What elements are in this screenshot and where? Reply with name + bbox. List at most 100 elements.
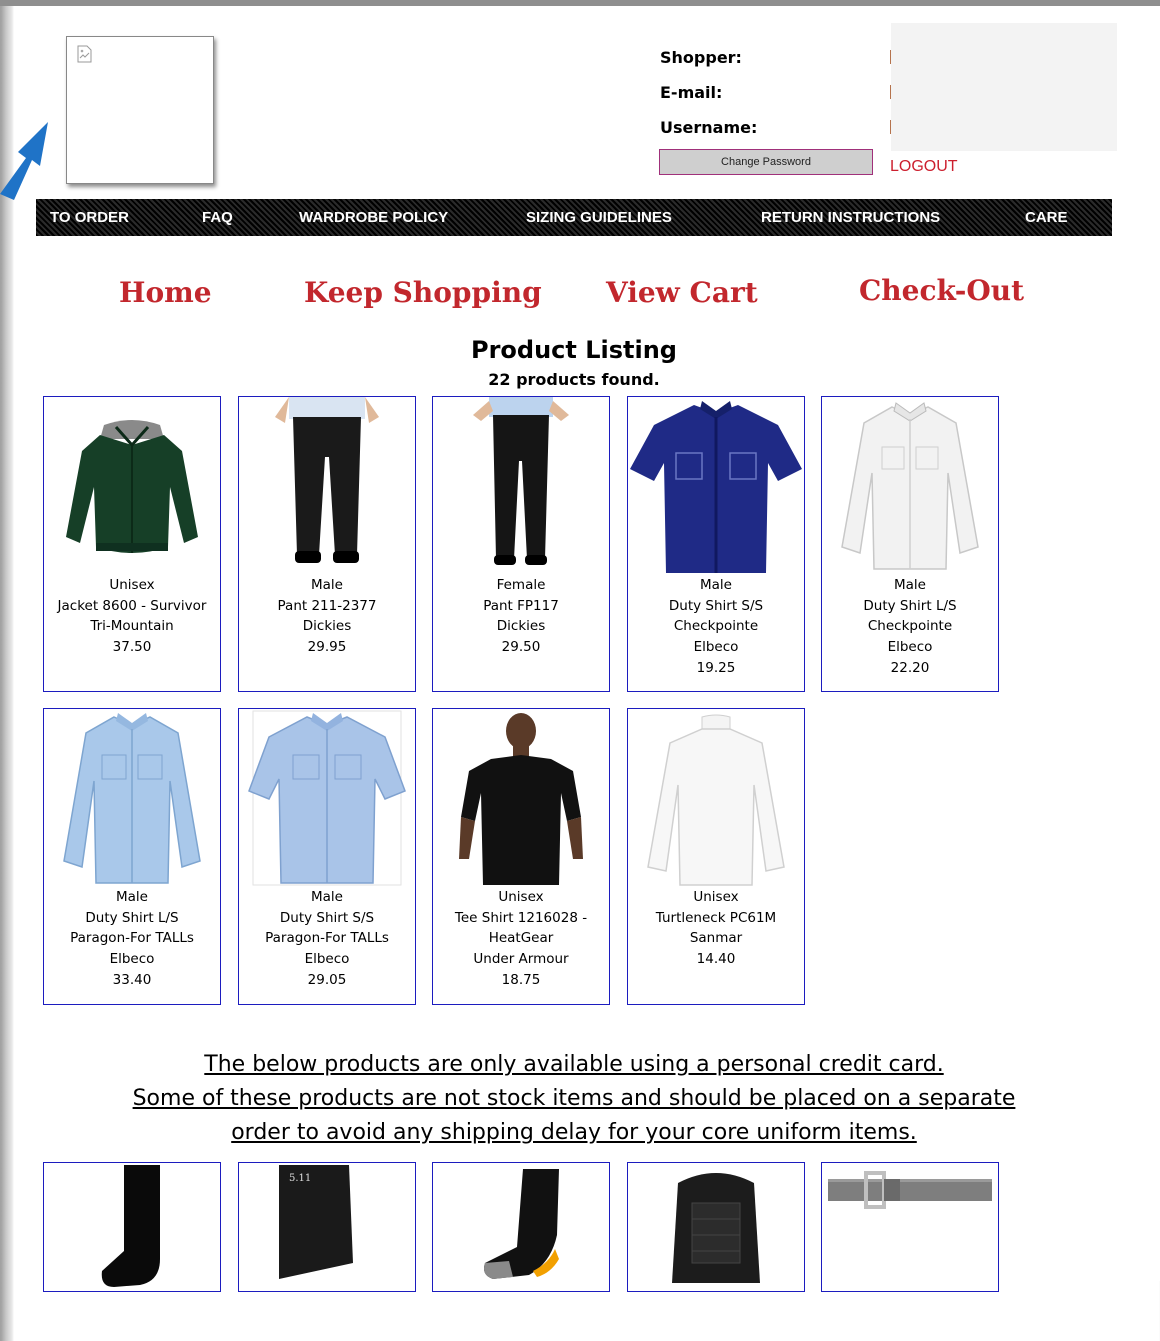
logout-link[interactable]: LOGOUT [890,158,958,176]
product-line: Paragon-For TALLs [265,930,389,947]
product-name: Duty Shirt S/S [668,597,764,614]
product-card[interactable]: Male Duty Shirt S/S Paragon-For TALLs El… [238,708,416,1005]
navy-shirt-image [630,401,802,573]
product-gender: Unisex [693,889,739,905]
product-price: 37.50 [112,639,152,656]
nav-care[interactable]: CARE [1025,209,1068,226]
product-card[interactable] [432,1162,610,1292]
product-card[interactable]: Unisex Jacket 8600 - Survivor Tri-Mounta… [43,396,221,692]
product-gender: Unisex [498,889,544,905]
product-count: 22 products found. [488,370,660,389]
product-line: HeatGear [488,930,554,947]
product-gender: Unisex [109,577,155,593]
performance-sock-image [484,1169,559,1279]
sock-brand-mark: 5.11 [289,1173,311,1184]
black-pants-male-image [275,397,379,563]
product-card[interactable]: Male Duty Shirt L/S Checkpointe Elbeco 2… [821,396,999,692]
change-password-button[interactable]: Change Password [659,149,873,175]
product-brand: Dickies [302,618,352,635]
product-brand: Elbeco [304,951,350,968]
product-card[interactable]: Unisex Tee Shirt 1216028 - HeatGear Unde… [432,708,610,1005]
logo-placeholder[interactable] [66,36,214,184]
product-price: 14.40 [696,951,736,968]
username-value [890,120,891,134]
view-cart-link[interactable]: View Cart [606,276,758,309]
arrow-icon [0,122,48,200]
product-card[interactable]: 5.11 [238,1162,416,1292]
black-sock-511-image: 5.11 [279,1165,353,1279]
product-gender: Female [496,577,546,593]
product-name: Turtleneck PC61M [655,909,777,926]
product-brand: Elbeco [887,639,933,656]
product-info: Male Duty Shirt L/S Checkpointe Elbeco 2… [822,575,998,679]
black-pants-female-image [473,397,569,565]
product-gender: Male [700,577,732,593]
product-brand: Under Armour [473,951,569,968]
product-card[interactable]: Female Pant FP117 Dickies 29.50 [432,396,610,692]
product-card[interactable] [821,1162,999,1292]
checkout-link[interactable]: Check-Out [859,274,1024,307]
black-sock-image [101,1165,160,1287]
product-card[interactable]: Unisex Turtleneck PC61M Sanmar 14.40 [627,708,805,1005]
product-card[interactable] [627,1162,805,1292]
email-label: E-mail: [660,83,723,102]
black-tee-image [459,713,583,885]
page-title: Product Listing [470,336,677,364]
product-name: Pant 211-2377 [277,597,377,614]
page: Shopper: E-mail: Username: Change Passwo… [0,6,1160,1292]
product-brand: Dickies [496,618,546,635]
product-gender: Male [311,577,343,593]
nav-to-order[interactable]: TO ORDER [50,209,129,226]
product-gender: Male [116,889,148,905]
product-name: Duty Shirt S/S [279,909,375,926]
notice-line-2: Some of these products are not stock ite… [132,1086,1016,1111]
nav-faq[interactable]: FAQ [202,209,233,226]
product-brand: Tri-Mountain [90,618,174,635]
product-brand: Sanmar [689,930,743,947]
product-price: 29.50 [501,639,541,656]
broken-image-icon [77,45,92,63]
product-gender: Male [311,889,343,905]
main-nav: TO ORDER FAQ WARDROBE POLICY SIZING GUID… [36,199,1112,236]
nav-return-instructions[interactable]: RETURN INSTRUCTIONS [761,209,940,226]
product-price: 29.95 [307,639,347,656]
product-name: Tee Shirt 1216028 - [454,909,588,926]
product-card[interactable] [43,1162,221,1292]
email-value [890,85,891,99]
product-info: Unisex Turtleneck PC61M Sanmar 14.40 [628,887,804,970]
product-line: Paragon-For TALLs [70,930,194,947]
nav-wardrobe-policy[interactable]: WARDROBE POLICY [299,209,448,226]
product-card[interactable]: Male Duty Shirt S/S Checkpointe Elbeco 1… [627,396,805,692]
product-info: Female Pant FP117 Dickies 29.50 [433,575,609,658]
username-label: Username: [660,118,758,137]
home-link[interactable]: Home [119,276,212,309]
product-card[interactable]: Male Duty Shirt L/S Paragon-For TALLs El… [43,708,221,1005]
product-price: 18.75 [501,971,541,988]
product-price: 22.20 [890,659,930,676]
notice-line-1: The below products are only available us… [204,1052,944,1077]
product-name: Duty Shirt L/S [863,597,957,614]
product-gender: Male [894,577,926,593]
product-info: Unisex Jacket 8600 - Survivor Tri-Mounta… [44,575,220,658]
product-name: Duty Shirt L/S [85,909,179,926]
product-info: Unisex Tee Shirt 1216028 - HeatGear Unde… [433,887,609,991]
product-brand: Elbeco [693,639,739,656]
shopper-value [890,50,891,64]
white-shirt-image [841,402,979,570]
product-card[interactable]: Male Pant 211-2377 Dickies 29.95 [238,396,416,692]
blue-shirt-short-image [248,710,406,886]
product-price: 29.05 [307,971,347,988]
blue-shirt-long-image [63,713,201,884]
product-name: Jacket 8600 - Survivor [57,597,207,614]
product-line: Checkpointe [673,618,759,635]
user-info-box [891,23,1117,151]
duty-belt-image [828,1171,992,1209]
product-price: 33.40 [112,971,152,988]
white-turtleneck-image [647,714,785,886]
product-info: Male Duty Shirt L/S Paragon-For TALLs El… [44,887,220,991]
product-brand: Elbeco [109,951,155,968]
product-name: Pant FP117 [483,597,559,614]
product-line: Checkpointe [867,618,953,635]
keep-shopping-link[interactable]: Keep Shopping [304,276,542,309]
nav-sizing-guidelines[interactable]: SIZING GUIDELINES [526,209,672,226]
